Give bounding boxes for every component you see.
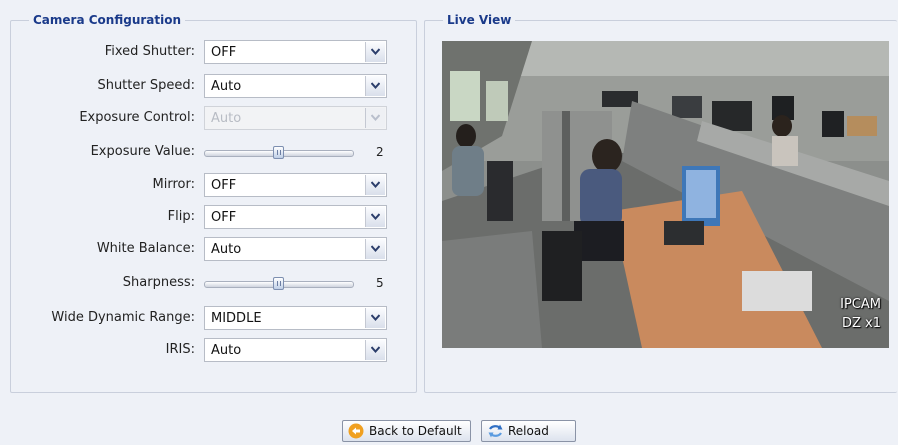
chevron-down-icon[interactable] [365, 42, 385, 62]
flip-row: Flip: OFF [0, 205, 405, 231]
back-to-default-label: Back to Default [369, 424, 462, 438]
shutter-speed-value: Auto [211, 79, 242, 94]
office-scene-image [442, 41, 889, 348]
slider-thumb[interactable] [273, 146, 284, 159]
exposure-value-readout: 2 [376, 145, 384, 159]
iris-select[interactable]: Auto [204, 338, 387, 362]
camera-configuration-title: Camera Configuration [33, 13, 182, 27]
sharpness-label: Sharpness: [122, 275, 195, 290]
fixed-shutter-row: Fixed Shutter: OFF [0, 40, 405, 66]
iris-label: IRIS: [165, 342, 195, 357]
mirror-row: Mirror: OFF [0, 173, 405, 199]
fixed-shutter-value: OFF [211, 45, 237, 60]
fixed-shutter-label: Fixed Shutter: [104, 44, 195, 59]
flip-value: OFF [211, 210, 237, 225]
fixed-shutter-select[interactable]: OFF [204, 40, 387, 64]
reload-label: Reload [508, 424, 549, 438]
mirror-value: OFF [211, 178, 237, 193]
exposure-value-slider[interactable] [204, 146, 354, 160]
chevron-down-icon [365, 108, 385, 128]
reload-button[interactable]: Reload [481, 420, 576, 442]
mirror-select[interactable]: OFF [204, 173, 387, 197]
osd-camera-name: IPCAM [840, 297, 881, 312]
chevron-down-icon[interactable] [365, 239, 385, 259]
chevron-down-icon[interactable] [365, 207, 385, 227]
iris-row: IRIS: Auto [0, 338, 405, 364]
exposure-control-select: Auto [204, 106, 387, 130]
shutter-speed-select[interactable]: Auto [204, 74, 387, 98]
flip-label: Flip: [167, 209, 195, 224]
wdr-value: MIDDLE [211, 311, 262, 326]
shutter-speed-label: Shutter Speed: [97, 78, 195, 93]
wdr-label: Wide Dynamic Range: [51, 310, 195, 325]
iris-value: Auto [211, 343, 242, 358]
slider-thumb[interactable] [273, 277, 284, 290]
exposure-value-label: Exposure Value: [90, 144, 195, 159]
white-balance-row: White Balance: Auto [0, 237, 405, 263]
white-balance-label: White Balance: [96, 241, 195, 256]
exposure-value-row: Exposure Value: 2 [0, 140, 405, 166]
chevron-down-icon[interactable] [365, 76, 385, 96]
mirror-label: Mirror: [152, 177, 195, 192]
live-view-title: Live View [447, 13, 512, 27]
back-to-default-button[interactable]: Back to Default [342, 420, 471, 442]
exposure-control-label: Exposure Control: [79, 110, 195, 125]
osd-zoom-level: DZ x1 [841, 316, 881, 331]
chevron-down-icon[interactable] [365, 175, 385, 195]
shutter-speed-row: Shutter Speed: Auto [0, 74, 405, 100]
exposure-control-row: Exposure Control: Auto [0, 106, 405, 132]
camera-configuration-panel: Camera Configuration [10, 13, 417, 393]
sharpness-slider[interactable] [204, 277, 354, 291]
wdr-select[interactable]: MIDDLE [204, 306, 387, 330]
white-balance-select[interactable]: Auto [204, 237, 387, 261]
live-camera-image[interactable]: IPCAM DZ x1 [442, 41, 889, 348]
wdr-row: Wide Dynamic Range: MIDDLE [0, 306, 405, 332]
sharpness-readout: 5 [376, 276, 384, 290]
chevron-down-icon[interactable] [365, 340, 385, 360]
flip-select[interactable]: OFF [204, 205, 387, 229]
chevron-down-icon[interactable] [365, 308, 385, 328]
exposure-control-value: Auto [211, 111, 242, 126]
white-balance-value: Auto [211, 242, 242, 257]
sharpness-row: Sharpness: 5 [0, 271, 405, 297]
